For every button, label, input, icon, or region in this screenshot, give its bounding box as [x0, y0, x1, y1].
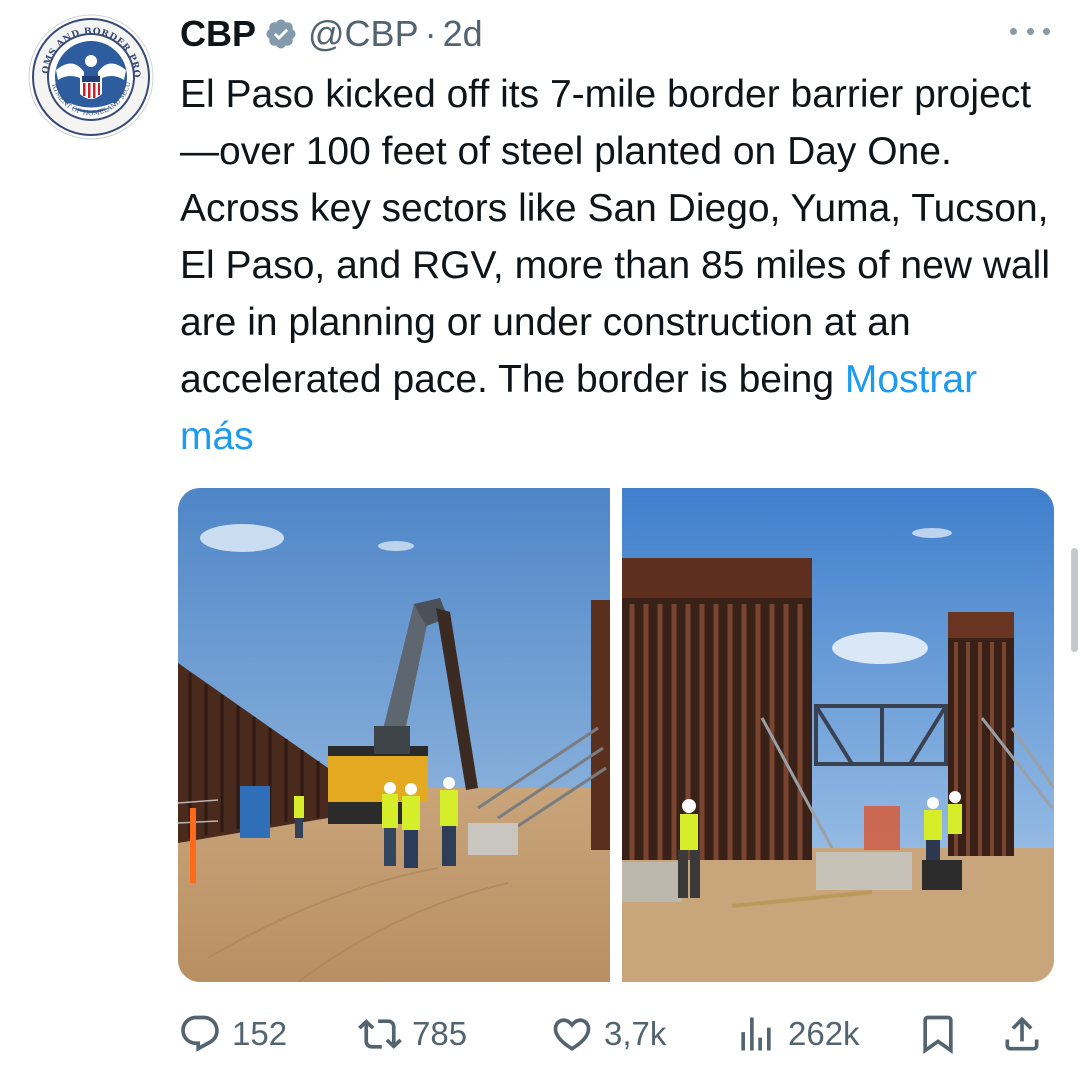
more-icon[interactable]: [1010, 16, 1050, 46]
action-bar: 152 785 3,7k 262k: [178, 1006, 1058, 1062]
repost-count: 785: [412, 1015, 468, 1052]
photo-excavator[interactable]: [178, 488, 610, 982]
like-icon: [553, 1018, 591, 1051]
reply-icon: [181, 1015, 219, 1052]
author-handle[interactable]: @CBP: [308, 13, 419, 55]
separator: ·: [424, 13, 437, 54]
like-count: 3,7k: [604, 1015, 667, 1052]
photo-wall-panels[interactable]: [622, 488, 1054, 982]
views-button[interactable]: 262k: [734, 1006, 860, 1062]
media-grid: [178, 488, 1054, 982]
scrollbar[interactable]: [1071, 548, 1078, 652]
bookmark-icon: [923, 1015, 953, 1055]
repost-icon: [358, 1019, 402, 1049]
share-icon: [1005, 1016, 1039, 1051]
more-dot: [1043, 27, 1050, 35]
tweet-text: El Paso kicked off its 7-mile border bar…: [180, 66, 1060, 465]
more-dot: [1026, 27, 1034, 35]
reply-count: 152: [232, 1015, 288, 1052]
views-count: 262k: [788, 1015, 860, 1052]
tweet-body: El Paso kicked off its 7-mile border bar…: [180, 73, 1050, 401]
bookmark-button[interactable]: [916, 1006, 960, 1062]
timestamp[interactable]: 2d: [443, 13, 483, 55]
author-name[interactable]: CBP: [180, 13, 256, 55]
tweet-header: CBP @CBP · 2d: [180, 8, 483, 60]
cbp-seal-logo: U.S. CUSTOMS AND BORDER PROTECTION DEPAR…: [28, 14, 154, 140]
avatar[interactable]: U.S. CUSTOMS AND BORDER PROTECTION DEPAR…: [28, 14, 154, 140]
repost-button[interactable]: 785: [358, 1006, 467, 1062]
like-button[interactable]: 3,7k: [550, 1006, 666, 1062]
reply-button[interactable]: 152: [178, 1006, 287, 1062]
verified-badge-icon[interactable]: [264, 17, 298, 51]
more-dot: [1010, 27, 1017, 35]
views-icon: [741, 1017, 771, 1051]
share-button[interactable]: [1000, 1006, 1044, 1062]
